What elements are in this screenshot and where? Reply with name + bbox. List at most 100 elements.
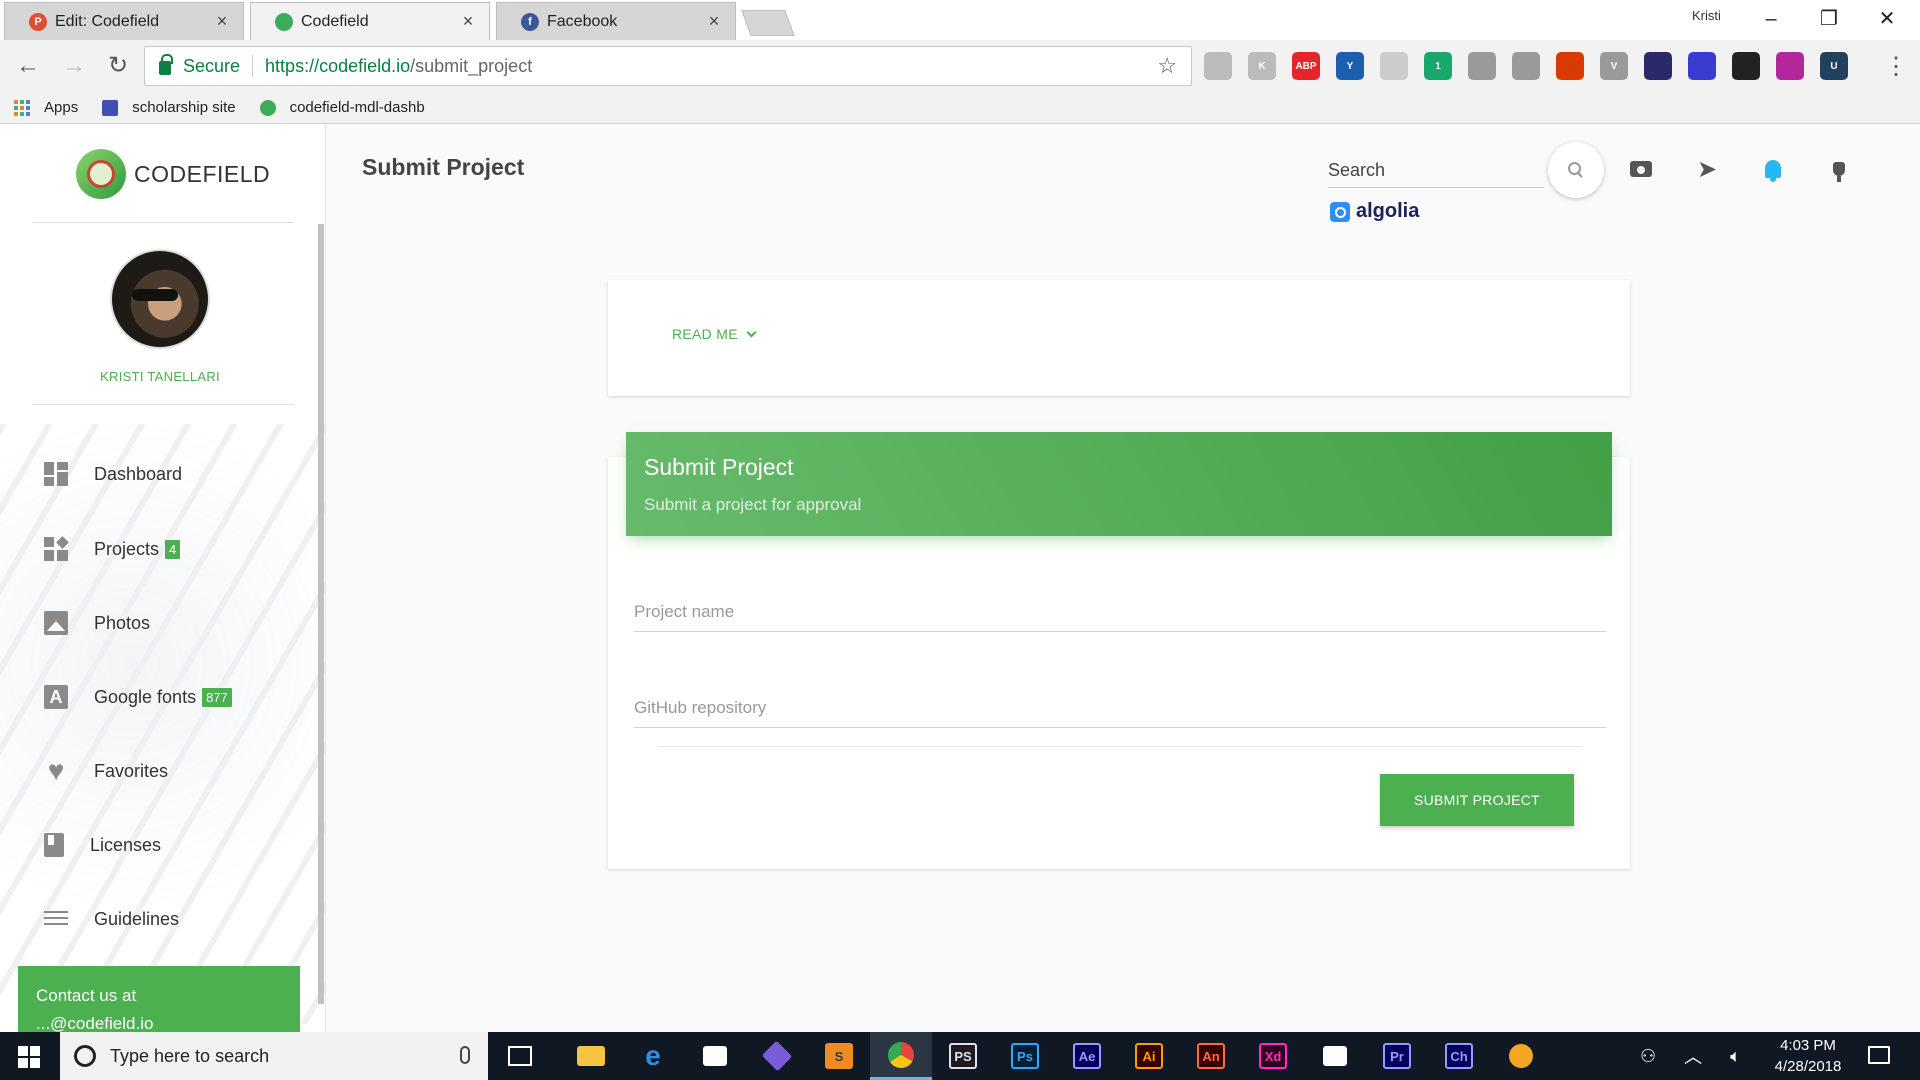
adblock-plus-icon[interactable]: ABP [1292, 52, 1320, 80]
restore-icon[interactable]: ❐ [1806, 4, 1852, 34]
algolia-badge[interactable]: algolia [1330, 200, 1419, 223]
taskbar-app[interactable]: Xd [1242, 1032, 1304, 1080]
ext-camera-icon[interactable] [1380, 52, 1408, 80]
licenses-icon [44, 833, 64, 857]
minimize-icon[interactable]: – [1748, 4, 1794, 34]
ext-k-icon[interactable]: K [1248, 52, 1276, 80]
tab-codefield[interactable]: Codefield × [250, 2, 490, 40]
readme-toggle[interactable]: READ ME [672, 326, 757, 342]
submit-project-button[interactable]: SUBMIT PROJECT [1380, 774, 1574, 826]
profile-name[interactable]: Kristi [1692, 8, 1721, 23]
tab-label: Codefield [301, 12, 369, 30]
ext-u-icon[interactable]: U [1820, 52, 1848, 80]
close-window-icon[interactable]: ✕ [1864, 4, 1910, 34]
forward-icon[interactable]: → [60, 52, 88, 80]
brand[interactable]: CODEFIELD [76, 149, 270, 199]
sidebar-item-label: Guidelines [94, 908, 180, 929]
ext-office-icon[interactable] [1556, 52, 1584, 80]
taskbar-clock[interactable]: 4:03 PM 4/28/2018 [1756, 1035, 1860, 1077]
taskbar-app[interactable] [746, 1032, 808, 1080]
project-name-input[interactable] [634, 592, 1606, 632]
tab-facebook[interactable]: f Facebook × [496, 2, 736, 40]
microphone-icon[interactable] [460, 1046, 470, 1064]
people-icon[interactable]: ⚇ [1640, 1046, 1656, 1067]
bookmark-label: scholarship site [132, 99, 236, 116]
windows-start-icon[interactable] [18, 1046, 40, 1068]
taskbar-app[interactable]: Ai [1118, 1032, 1180, 1080]
windows-taskbar: Type here to search e S PS Ps Ae Ai An Xd Pr Ch ⚇… [0, 1032, 1920, 1080]
ext-color-icon[interactable] [1776, 52, 1804, 80]
avatar-sunglasses [132, 289, 178, 301]
contact-email[interactable]: ...@codefield.io [36, 1014, 282, 1032]
send-icon[interactable]: ➤ [1692, 154, 1722, 184]
github-repository-input[interactable] [634, 688, 1606, 728]
new-tab-button[interactable] [741, 10, 795, 36]
close-tab-icon[interactable]: × [459, 11, 477, 32]
user-name[interactable]: KRISTI TANELLARI [0, 369, 320, 384]
taskbar-app[interactable]: Ae [1056, 1032, 1118, 1080]
tab-edit-codefield[interactable]: P Edit: Codefield × [4, 2, 244, 40]
taskbar-app[interactable]: Ps [994, 1032, 1056, 1080]
bookmark-apps[interactable]: Apps [14, 99, 78, 116]
ext-y-icon[interactable]: Y [1336, 52, 1364, 80]
sidebar-item-dashboard[interactable]: Dashboard [44, 459, 182, 489]
task-view-icon[interactable] [508, 1046, 532, 1066]
sidebar-item-photos[interactable]: Photos [44, 608, 150, 638]
camera-icon[interactable] [1626, 154, 1656, 184]
ext-screen-icon[interactable] [1512, 52, 1540, 80]
ext-v-icon[interactable]: V [1600, 52, 1628, 80]
notifications-bell-icon[interactable] [1758, 154, 1788, 184]
chrome-icon [888, 1041, 914, 1068]
plug-icon[interactable] [1824, 154, 1854, 184]
browser-menu-icon[interactable]: ⋮ [1884, 52, 1908, 81]
ext-grid-icon[interactable] [1468, 52, 1496, 80]
sidebar-item-licenses[interactable]: Licenses [44, 830, 161, 860]
codefield-logo-icon [76, 149, 126, 199]
taskbar-app[interactable] [870, 1032, 932, 1080]
taskbar-app[interactable]: An [1180, 1032, 1242, 1080]
sidebar-item-favorites[interactable]: ♥ Favorites [44, 756, 168, 786]
bookmark-codefield-mdl[interactable]: codefield-mdl-dashb [259, 99, 425, 116]
taskbar-app[interactable]: S [808, 1032, 870, 1080]
taskbar-app[interactable]: PS [932, 1032, 994, 1080]
projects-count-badge: 4 [165, 539, 181, 559]
taskbar-app[interactable] [684, 1032, 746, 1080]
ext-flame-icon[interactable] [1732, 52, 1760, 80]
avatar[interactable] [110, 249, 210, 349]
ext-pin-icon[interactable] [1688, 52, 1716, 80]
taskbar-app[interactable]: Pr [1366, 1032, 1428, 1080]
taskbar-app[interactable] [1490, 1032, 1552, 1080]
back-icon[interactable]: ← [14, 52, 42, 80]
taskbar-app[interactable] [560, 1032, 622, 1080]
address-bar[interactable]: Secure https://codefield.io/submit_proje… [144, 46, 1192, 86]
favorites-icon: ♥ [47, 755, 65, 786]
search-input[interactable]: Search [1328, 160, 1544, 188]
close-tab-icon[interactable]: × [705, 11, 723, 32]
taskbar-app[interactable]: e [622, 1032, 684, 1080]
sidebar-item-projects[interactable]: Projects 4 [44, 534, 181, 564]
main-content: Submit Project Search ➤ algolia READ ME … [326, 124, 1920, 1032]
sidebar-item-guidelines[interactable]: Guidelines [44, 904, 179, 934]
ext-hex-icon[interactable]: 1 [1424, 52, 1452, 80]
show-hidden-icons-icon[interactable]: ︿ [1684, 1043, 1702, 1069]
reload-icon[interactable]: ↻ [104, 52, 132, 80]
volume-icon[interactable]: 🔈︎ [1730, 1046, 1741, 1067]
contact-box[interactable]: Contact us at ...@codefield.io [18, 966, 300, 1032]
sidebar-scrollbar[interactable] [318, 224, 324, 1004]
taskbar-search-box[interactable]: Type here to search [60, 1032, 488, 1080]
url-path: /submit_project [410, 55, 533, 76]
bookmark-star-icon[interactable]: ☆ [1157, 53, 1177, 79]
system-tray: ⚇ ︿ 🔈︎ [1640, 1032, 1741, 1080]
taskbar-app[interactable] [1304, 1032, 1366, 1080]
ext-shield-icon[interactable] [1204, 52, 1232, 80]
close-tab-icon[interactable]: × [213, 11, 231, 32]
contact-label: Contact us at [36, 986, 137, 1005]
sidebar-item-google-fonts[interactable]: A Google fonts 877 [44, 682, 232, 712]
search-button[interactable] [1548, 142, 1604, 198]
bookmark-scholarship-site[interactable]: scholarship site [102, 99, 236, 116]
taskbar-app[interactable]: Ch [1428, 1032, 1490, 1080]
action-center-icon[interactable] [1868, 1046, 1890, 1064]
ext-speed-icon[interactable] [1644, 52, 1672, 80]
form-subtitle: Submit a project for approval [644, 495, 862, 514]
clock-date: 4/28/2018 [1774, 1058, 1842, 1075]
